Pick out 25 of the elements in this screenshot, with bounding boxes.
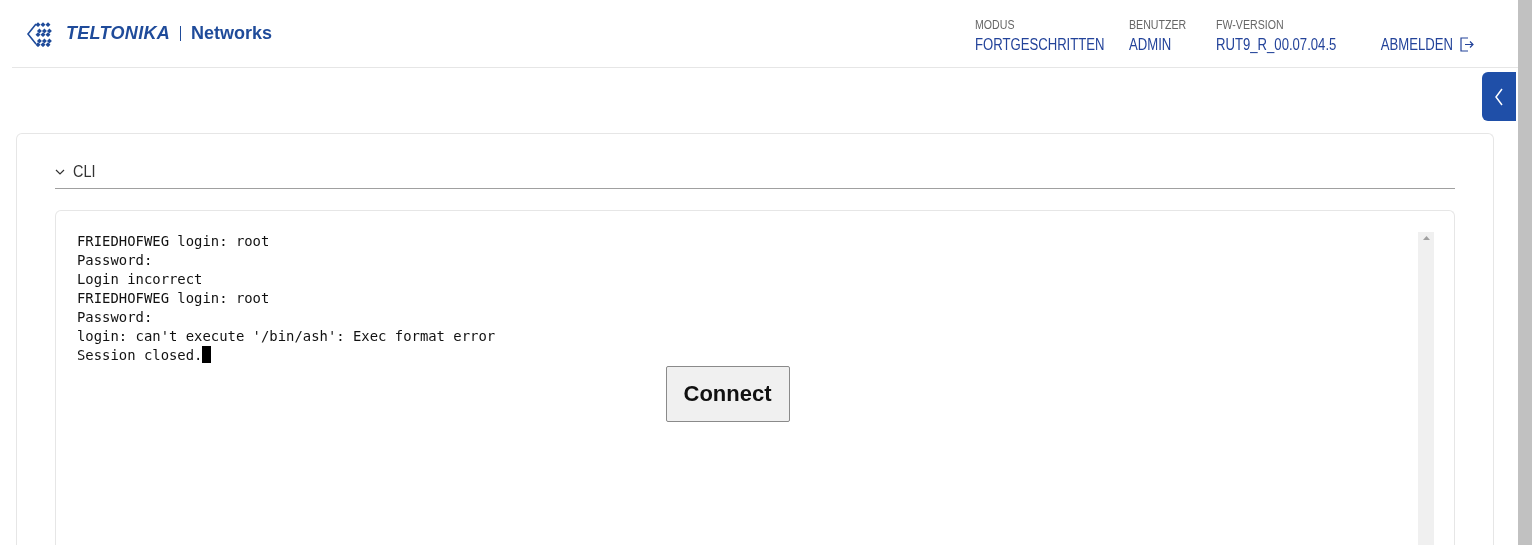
collapse-button[interactable] [1482,72,1516,121]
info-label: MODUS [974,17,1016,32]
product-name: Networks [191,23,273,44]
page-scrollbar[interactable] [1518,0,1532,545]
terminal-line: Password: [77,308,154,327]
brand-name: TELTONIKA [66,23,171,44]
info-value: FORTGESCHRITTEN [974,35,1105,54]
terminal-line: FRIEDHOFWEG login: root [77,289,271,308]
terminal-line: FRIEDHOFWEG login: root [77,232,271,251]
scroll-up-icon [1422,236,1430,240]
chevron-left-icon [1494,87,1504,106]
terminal-line: login: can't execute '/bin/ash': Exec format error [77,327,497,346]
info-label: BENUTZER [1128,17,1187,32]
info-value: RUT9_R_00.07.04.5 [1216,35,1337,54]
info-label: FW-VERSION [1216,17,1285,32]
chevron-icon [55,167,65,177]
logout-icon [1459,37,1474,52]
terminal-line: Session closed. [77,346,1418,365]
scrollbar[interactable] [1418,232,1434,545]
terminal-line: Login incorrect [77,270,204,289]
logout-link[interactable]: ABMELDEN [1364,35,1474,54]
connect-button[interactable]: Connect [665,366,790,422]
section-header[interactable]: CLI [55,162,1455,189]
info-value: ADMIN [1128,35,1173,54]
terminal-line: Password: [77,251,154,270]
